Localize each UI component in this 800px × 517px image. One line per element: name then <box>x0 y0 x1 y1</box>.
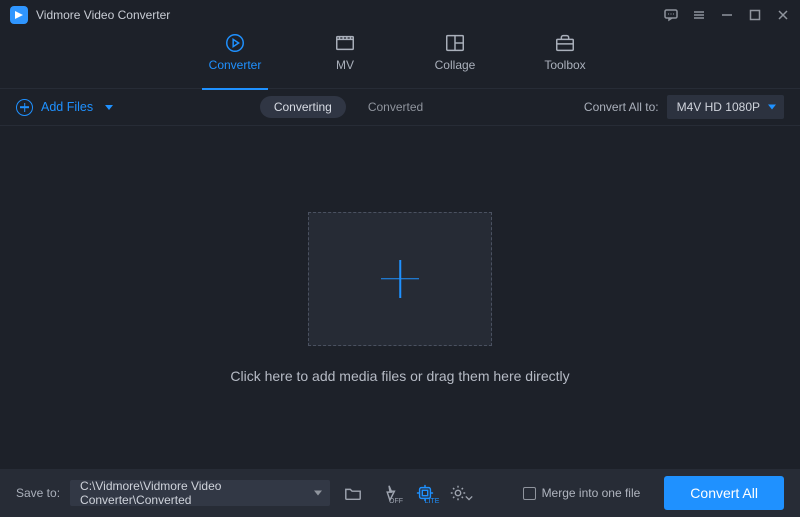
tab-collage[interactable]: Collage <box>426 32 484 84</box>
save-path-dropdown[interactable]: C:\Vidmore\Vidmore Video Converter\Conve… <box>70 480 330 506</box>
chevron-down-icon <box>105 105 113 110</box>
menu-icon[interactable] <box>692 8 706 22</box>
save-to-label: Save to: <box>16 486 60 500</box>
settings-button[interactable] <box>448 480 474 506</box>
plus-circle-icon <box>16 99 33 116</box>
collage-icon <box>444 32 466 54</box>
status-segment: Converting Converted <box>260 96 437 118</box>
tab-label: Toolbox <box>544 58 585 72</box>
add-files-label: Add Files <box>41 100 93 114</box>
merge-label: Merge into one file <box>542 486 641 500</box>
dropzone[interactable] <box>308 212 492 346</box>
tab-mv[interactable]: MV <box>316 32 374 84</box>
open-folder-button[interactable] <box>340 480 366 506</box>
titlebar: Vidmore Video Converter <box>0 0 800 30</box>
toolbox-icon <box>554 32 576 54</box>
segment-converted[interactable]: Converted <box>354 96 437 118</box>
output-format-value: M4V HD 1080P <box>677 100 760 114</box>
hw-off-label: OFF <box>389 498 403 505</box>
main-area: Click here to add media files or drag th… <box>0 126 800 469</box>
tab-label: MV <box>336 58 354 72</box>
app-title: Vidmore Video Converter <box>36 8 170 22</box>
close-icon[interactable] <box>776 8 790 22</box>
plus-icon <box>381 260 419 298</box>
main-tabs: Converter MV Collage Toolbox <box>0 30 800 84</box>
app-logo <box>10 6 28 24</box>
hw-lite-label: LITE <box>425 498 440 505</box>
hw-accel-off-button[interactable]: OFF <box>376 480 402 506</box>
tab-toolbox[interactable]: Toolbox <box>536 32 594 84</box>
chevron-down-icon <box>465 494 473 502</box>
convert-all-to-label: Convert All to: <box>584 100 659 114</box>
checkbox-icon <box>523 487 536 500</box>
dropzone-hint[interactable]: Click here to add media files or drag th… <box>230 368 569 384</box>
segment-converting[interactable]: Converting <box>260 96 346 118</box>
save-path-value: C:\Vidmore\Vidmore Video Converter\Conve… <box>80 479 304 507</box>
tab-label: Converter <box>209 58 262 72</box>
mv-icon <box>334 32 356 54</box>
hw-accel-lite-button[interactable]: LITE <box>412 480 438 506</box>
output-format-dropdown[interactable]: M4V HD 1080P <box>667 95 784 119</box>
convert-all-to: Convert All to: M4V HD 1080P <box>584 95 784 119</box>
titlebar-controls <box>664 8 790 22</box>
bottombar: Save to: C:\Vidmore\Vidmore Video Conver… <box>0 469 800 517</box>
convert-all-button[interactable]: Convert All <box>664 476 784 510</box>
feedback-icon[interactable] <box>664 8 678 22</box>
tab-converter[interactable]: Converter <box>206 32 264 84</box>
maximize-icon[interactable] <box>748 8 762 22</box>
converter-icon <box>224 32 246 54</box>
add-files-button[interactable]: Add Files <box>16 99 113 116</box>
minimize-icon[interactable] <box>720 8 734 22</box>
tab-label: Collage <box>435 58 476 72</box>
merge-checkbox[interactable]: Merge into one file <box>523 486 641 500</box>
toolbar: Add Files Converting Converted Convert A… <box>0 88 800 126</box>
